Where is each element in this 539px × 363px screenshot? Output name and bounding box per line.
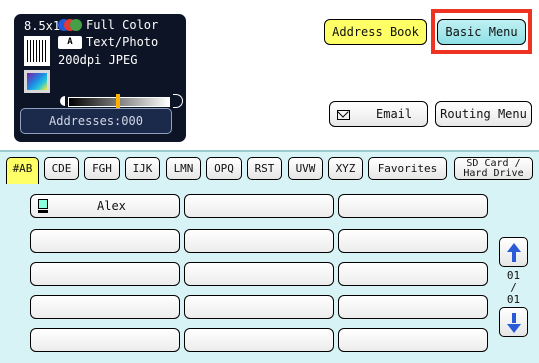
address-entry-empty[interactable] xyxy=(184,328,334,352)
tab-uvw[interactable]: UVW xyxy=(288,157,323,180)
status-panel: 8.5x11 Full Color A Text/Photo 200dpi JP… xyxy=(14,14,186,142)
address-entry-empty[interactable] xyxy=(184,262,334,286)
density-marker xyxy=(116,94,120,108)
address-entry-empty[interactable] xyxy=(338,194,488,218)
color-mode-icon xyxy=(58,19,82,31)
address-entry-empty[interactable] xyxy=(30,328,180,352)
arrow-up-icon xyxy=(507,243,521,252)
routing-menu-button[interactable]: Routing Menu xyxy=(435,101,532,127)
tab-opq[interactable]: OPQ xyxy=(206,157,242,180)
address-entry-empty[interactable] xyxy=(30,229,180,253)
page-indicator: 01 / 01 xyxy=(499,270,528,306)
tab-lmn[interactable]: LMN xyxy=(166,157,201,180)
text-photo-icon: A xyxy=(58,36,82,49)
address-book-button[interactable]: Address Book xyxy=(324,19,427,45)
tab-sd-card-hard-drive[interactable]: SD Card / Hard Drive xyxy=(454,157,533,180)
paper-icon xyxy=(24,36,50,66)
tab-ijk[interactable]: IJK xyxy=(125,157,160,180)
arrow-down-icon xyxy=(507,324,521,333)
address-entry-empty[interactable] xyxy=(338,295,488,319)
address-entry-empty[interactable] xyxy=(184,194,334,218)
address-entry-empty[interactable] xyxy=(338,262,488,286)
address-entry-empty[interactable] xyxy=(338,328,488,352)
address-entry-name: Alex xyxy=(97,199,126,213)
addresses-count-button[interactable]: Addresses:000 xyxy=(20,108,172,134)
page-scroller: 01 / 01 xyxy=(499,237,528,337)
email-label: Email xyxy=(376,107,413,121)
scroll-up-button[interactable] xyxy=(499,237,528,267)
email-button[interactable]: Email xyxy=(329,101,428,127)
resolution-label: 200dpi JPEG xyxy=(58,53,138,67)
tab-ab[interactable]: #AB xyxy=(6,157,39,184)
tab-fgh[interactable]: FGH xyxy=(84,157,120,180)
address-entry[interactable]: Alex xyxy=(30,194,180,218)
address-entry-empty[interactable] xyxy=(338,229,488,253)
address-entry-empty[interactable] xyxy=(184,229,334,253)
color-mode-label: Full Color xyxy=(86,18,159,32)
pc-icon xyxy=(38,199,48,213)
address-entry-empty[interactable] xyxy=(30,295,180,319)
tab-favorites[interactable]: Favorites xyxy=(368,157,447,180)
address-entry-empty[interactable] xyxy=(30,262,180,286)
original-type-label: Text/Photo xyxy=(86,35,159,49)
tab-rst[interactable]: RST xyxy=(247,157,282,180)
scroll-down-button[interactable] xyxy=(499,307,528,337)
tab-cde[interactable]: CDE xyxy=(44,157,79,180)
page-total: 01 xyxy=(506,293,521,306)
tab-bar: #AB CDE FGH IJK LMN OPQ RST UVW XYZ Favo… xyxy=(0,150,539,188)
tab-sd-card-line2: Hard Drive xyxy=(463,168,524,179)
envelope-icon xyxy=(337,110,350,120)
address-entry-empty[interactable] xyxy=(184,295,334,319)
original-preview-icon xyxy=(24,70,50,93)
tab-xyz[interactable]: XYZ xyxy=(328,157,363,180)
basic-menu-button[interactable]: Basic Menu xyxy=(437,19,526,45)
density-bar xyxy=(60,94,183,108)
